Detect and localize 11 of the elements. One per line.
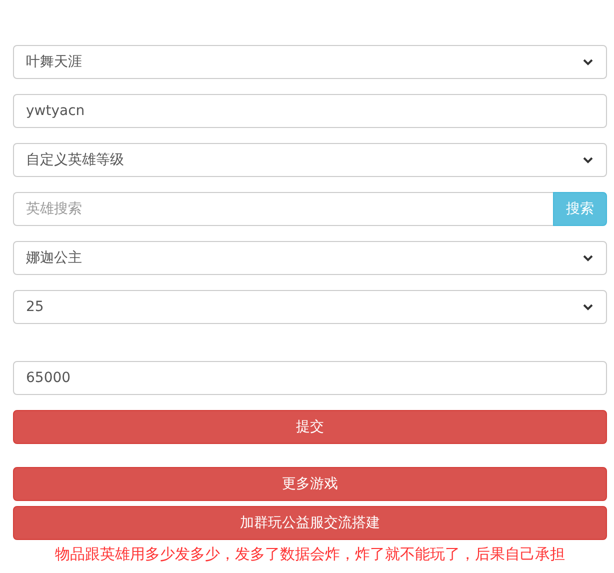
submit-button[interactable]: 提交 bbox=[13, 410, 607, 444]
input-field[interactable]: ywtyacn bbox=[13, 94, 607, 128]
link-button[interactable]: 更多游戏 bbox=[13, 467, 607, 501]
dropdown[interactable]: 叶舞天涯 bbox=[13, 45, 607, 79]
dropdown[interactable]: 娜迦公主 bbox=[13, 241, 607, 275]
dropdown[interactable]: 自定义英雄等级 bbox=[13, 143, 607, 177]
search-field[interactable]: 英雄搜索 bbox=[13, 192, 553, 226]
input-field[interactable]: 65000 bbox=[13, 361, 607, 395]
warning-text: 物品跟英雄用多少发多少，发多了数据会炸，炸了就不能玩了，后果自己承担 bbox=[54, 545, 566, 564]
dropdown[interactable]: 25 bbox=[13, 290, 607, 324]
link-button[interactable]: 加群玩公益服交流搭建 bbox=[13, 506, 607, 540]
